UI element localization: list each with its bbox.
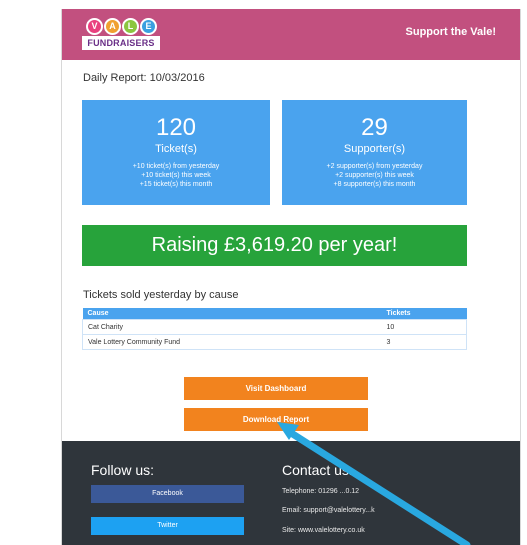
arrow-pointer-icon <box>277 422 471 545</box>
